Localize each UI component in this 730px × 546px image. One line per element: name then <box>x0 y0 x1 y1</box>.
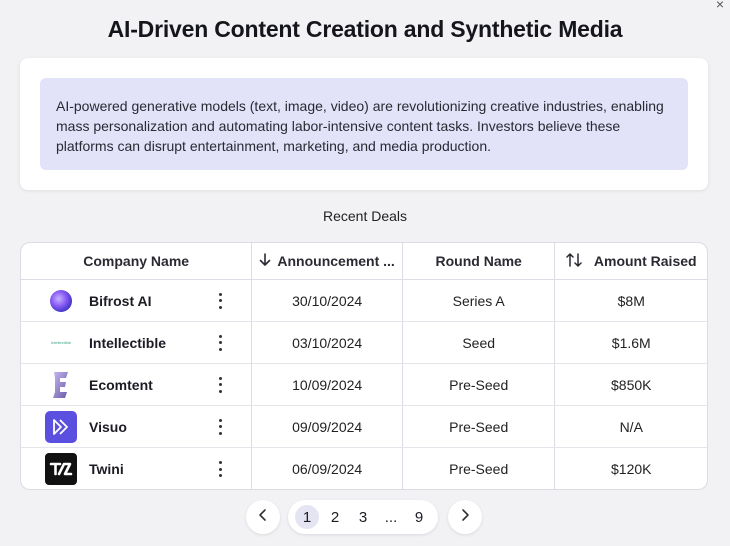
amount-raised: $120K <box>611 461 652 477</box>
page-button-2[interactable]: 2 <box>323 505 347 529</box>
company-cell: Ecomtent <box>21 364 253 405</box>
more-options-icon[interactable] <box>215 334 225 351</box>
round-name: Seed <box>403 322 556 363</box>
section-heading: Recent Deals <box>322 208 408 224</box>
column-header-label: Company Name <box>83 253 190 269</box>
ecomtent-logo <box>45 369 77 401</box>
close-icon[interactable]: × <box>712 0 728 12</box>
company-cell: Intellectible Intellectible <box>21 322 253 363</box>
company-name[interactable]: Visuo <box>89 419 127 435</box>
more-options-icon[interactable] <box>215 376 225 393</box>
page-button-1[interactable]: 1 <box>295 505 319 529</box>
page-button-9[interactable]: 9 <box>407 505 431 529</box>
table-row[interactable]: Bifrost AI 30/10/2024 Series A $8M <box>21 280 707 322</box>
company-name[interactable]: Ecomtent <box>89 377 153 393</box>
page-ellipsis: ... <box>384 508 398 526</box>
amount-raised: N/A <box>619 418 643 435</box>
page-numbers: 1 2 3 ... 9 <box>288 500 438 534</box>
company-name[interactable]: Twini <box>89 461 124 477</box>
more-options-icon[interactable] <box>215 418 225 435</box>
summary-text: AI-powered generative models (text, imag… <box>40 78 688 170</box>
more-options-icon[interactable] <box>215 292 225 309</box>
round-name: Pre-Seed <box>403 406 556 447</box>
table-row[interactable]: Visuo 09/09/2024 Pre-Seed N/A <box>21 406 707 448</box>
column-header-label: Round Name <box>435 253 522 269</box>
arrow-down-icon <box>259 252 271 270</box>
table-row[interactable]: Ecomtent 10/09/2024 Pre-Seed $850K <box>21 364 707 406</box>
intellectible-logo: Intellectible <box>50 340 71 345</box>
next-page-button[interactable] <box>448 500 482 534</box>
column-header-date[interactable]: Announcement ... <box>252 243 403 279</box>
page-button-3[interactable]: 3 <box>351 505 375 529</box>
table-header: Company Name Announcement ... Round Name… <box>21 243 707 280</box>
announcement-date: 09/09/2024 <box>252 406 403 447</box>
amount-raised: $850K <box>611 376 652 393</box>
round-name: Series A <box>403 280 556 321</box>
column-header-amount[interactable]: Amount Raised <box>555 243 707 279</box>
pagination: 1 2 3 ... 9 <box>0 498 730 536</box>
announcement-date: 06/09/2024 <box>252 448 403 489</box>
company-name[interactable]: Intellectible <box>89 335 166 351</box>
summary-card: AI-powered generative models (text, imag… <box>20 58 708 190</box>
more-options-icon[interactable] <box>215 461 225 477</box>
twini-logo <box>45 453 77 485</box>
chevron-right-icon <box>460 508 470 527</box>
company-cell: Visuo <box>21 406 253 447</box>
table-row[interactable]: Twini 06/09/2024 Pre-Seed $120K <box>21 448 707 489</box>
table-row[interactable]: Intellectible Intellectible 03/10/2024 S… <box>21 322 707 364</box>
company-name[interactable]: Bifrost AI <box>89 293 151 309</box>
sort-up-down-icon <box>566 252 582 270</box>
deals-table: Company Name Announcement ... Round Name… <box>20 242 708 490</box>
announcement-date: 30/10/2024 <box>252 280 403 321</box>
column-header-label: Amount Raised <box>593 253 697 269</box>
round-name: Pre-Seed <box>403 448 556 489</box>
round-name: Pre-Seed <box>403 364 556 405</box>
chevron-left-icon <box>258 508 268 527</box>
column-header-label: Announcement ... <box>277 253 395 269</box>
previous-page-button[interactable] <box>246 500 280 534</box>
announcement-date: 10/09/2024 <box>252 364 403 405</box>
company-cell: Twini <box>21 448 253 489</box>
amount-raised: $8M <box>617 292 645 309</box>
column-header-round[interactable]: Round Name <box>403 243 556 279</box>
bifrost-logo <box>45 285 77 317</box>
visuo-logo <box>45 410 77 443</box>
amount-raised: $1.6M <box>611 334 651 351</box>
announcement-date: 03/10/2024 <box>252 322 403 363</box>
page-title: AI-Driven Content Creation and Synthetic… <box>107 16 623 42</box>
company-cell: Bifrost AI <box>21 280 253 321</box>
column-header-company[interactable]: Company Name <box>21 243 253 279</box>
